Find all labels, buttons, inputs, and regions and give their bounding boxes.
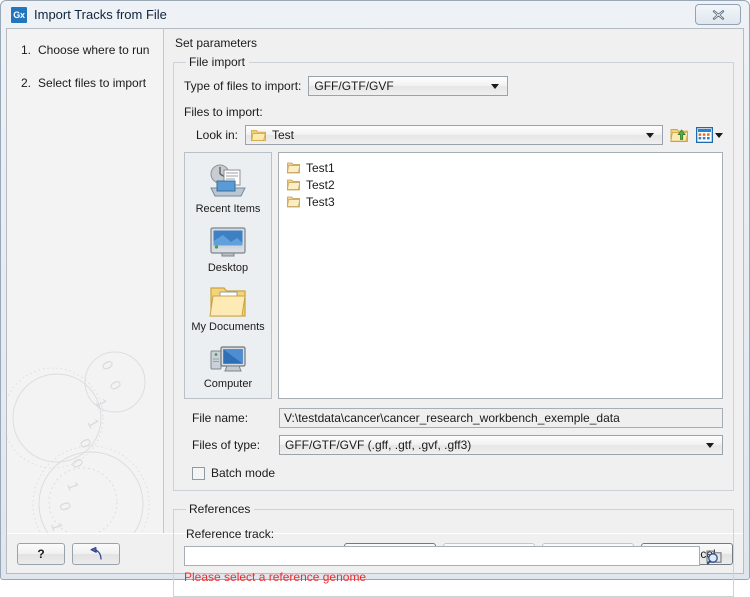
folder-icon (287, 162, 300, 173)
chevron-down-icon (646, 132, 654, 138)
help-button[interactable]: ? (17, 542, 65, 565)
step-number: 2. (21, 76, 32, 90)
folder-icon (287, 179, 300, 190)
look-in-value: Test (272, 128, 295, 142)
files-of-type-select[interactable]: GFF/GTF/GVF (.gff, .gtf, .gvf, .gff3) (279, 435, 723, 455)
folder-icon (251, 129, 266, 141)
sidebar-item-choose-where-to-run[interactable]: 1. Choose where to run (15, 43, 155, 57)
shortcut-my-documents[interactable]: My Documents (186, 285, 270, 333)
type-of-files-select[interactable]: GFF/GTF/GVF (308, 76, 509, 96)
shortcut-label: Recent Items (195, 203, 261, 215)
folder-icon (287, 196, 300, 207)
shortcut-recent-items[interactable]: Recent Items (186, 163, 270, 215)
type-of-files-row: Type of files to import: GFF/GTF/GVF (184, 76, 723, 96)
computer-icon (210, 346, 246, 372)
files-to-import-label: Files to import: (184, 105, 263, 119)
dialog-window: Gx Import Tracks from File 1. Choose whe… (0, 0, 750, 597)
window-title: Import Tracks from File (34, 7, 167, 22)
file-name: Test3 (306, 194, 335, 209)
chevron-down-icon (491, 83, 500, 89)
dialog-body: 1. Choose where to run 2. Select files t… (6, 28, 744, 597)
recent-items-icon (210, 164, 246, 197)
references-legend: References (189, 502, 251, 516)
list-item[interactable]: Test2 (283, 176, 718, 193)
parameters-panel: Set parameters File import Type of files… (164, 29, 743, 597)
look-in-row: Look in: Test (184, 125, 723, 145)
svg-text:0: 0 (55, 500, 74, 513)
shortcut-computer[interactable]: Computer (186, 344, 270, 390)
svg-text:1: 1 (63, 480, 82, 494)
file-browser: Recent Items Desktop My Documents Comput… (184, 152, 723, 399)
close-button[interactable] (695, 4, 741, 25)
step-number: 1. (21, 43, 32, 57)
file-import-group: File import Type of files to import: GFF… (173, 55, 734, 491)
type-of-files-label: Type of files to import: (184, 79, 302, 93)
my-documents-icon (209, 287, 246, 317)
file-name: Test2 (306, 177, 335, 192)
references-group: References Reference track: Please selec… (173, 502, 734, 597)
view-menu-button[interactable] (696, 127, 723, 143)
files-of-type-value: GFF/GTF/GVF (.gff, .gtf, .gvf, .gff3) (285, 438, 472, 452)
reference-track-row (184, 546, 723, 566)
list-item[interactable]: Test1 (283, 159, 718, 176)
files-of-type-label: Files of type: (192, 438, 261, 452)
svg-text:0: 0 (97, 358, 116, 373)
list-item[interactable]: Test3 (283, 193, 718, 210)
undo-arrow-icon (90, 546, 102, 560)
title-bar: Gx Import Tracks from File (5, 1, 745, 28)
page-title: Set parameters (175, 36, 258, 50)
reference-track-input[interactable] (184, 546, 700, 566)
reference-error-message: Please select a reference genome (184, 570, 367, 584)
grid-view-icon (696, 127, 713, 143)
look-in-select[interactable]: Test (245, 125, 663, 145)
file-name: Test1 (306, 160, 335, 175)
svg-text:0: 0 (105, 378, 124, 393)
sidebar-item-select-files-to-import[interactable]: 2. Select files to import (15, 76, 155, 90)
browse-reference-button[interactable] (705, 548, 723, 565)
batch-mode-row: Batch mode (184, 466, 723, 480)
shortcut-label: Desktop (207, 262, 249, 274)
file-name-input[interactable]: V:\testdata\cancer\cancer_research_workb… (279, 408, 723, 428)
app-icon: Gx (11, 6, 27, 23)
shortcut-label: Computer (203, 378, 253, 390)
shortcut-desktop[interactable]: Desktop (186, 226, 270, 274)
folder-search-icon (706, 549, 722, 564)
look-in-label: Look in: (195, 128, 238, 142)
shortcuts-panel: Recent Items Desktop My Documents Comput… (184, 152, 272, 399)
chevron-down-icon (706, 442, 714, 448)
file-import-legend: File import (189, 55, 246, 69)
file-list[interactable]: Test1 Test2 Test3 (278, 152, 723, 399)
svg-text:0: 0 (75, 436, 94, 451)
wizard-steps: 1. Choose where to run 2. Select files t… (7, 29, 163, 90)
type-of-files-value: GFF/GTF/GVF (314, 79, 394, 93)
watermark-decoration: 0 0 1 1 0 0 1 0 1 0 (7, 351, 150, 533)
desktop-icon (210, 227, 246, 257)
batch-mode-label: Batch mode (211, 466, 276, 480)
svg-text:0: 0 (67, 456, 86, 471)
wizard-sidebar: 1. Choose where to run 2. Select files t… (7, 29, 164, 533)
reset-button[interactable] (72, 542, 120, 565)
folder-up-icon (670, 129, 689, 142)
batch-mode-checkbox[interactable] (192, 466, 205, 480)
file-name-row: File name: V:\testdata\cancer\cancer_res… (184, 408, 723, 428)
up-one-level-button[interactable] (670, 126, 689, 144)
svg-text:1: 1 (47, 520, 66, 533)
step-label: Select files to import (38, 76, 147, 90)
step-label: Choose where to run (38, 43, 150, 57)
chevron-down-icon (715, 132, 723, 138)
help-label: ? (37, 546, 45, 561)
shortcut-label: My Documents (191, 321, 265, 333)
file-name-label: File name: (192, 411, 249, 425)
close-icon (712, 9, 724, 20)
reference-track-label: Reference track: (186, 527, 275, 541)
files-of-type-row: Files of type: GFF/GTF/GVF (.gff, .gtf, … (184, 435, 723, 455)
content-row: 1. Choose where to run 2. Select files t… (7, 29, 743, 597)
